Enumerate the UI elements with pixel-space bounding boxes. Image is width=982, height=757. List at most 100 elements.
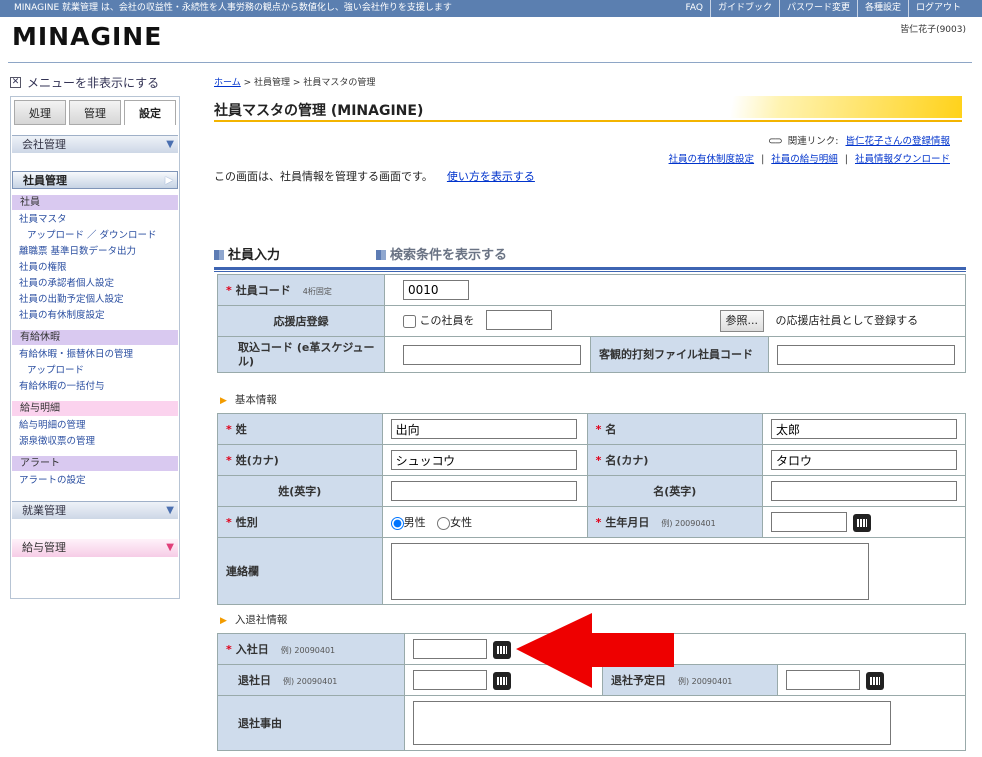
red-arrow-annotation	[516, 613, 674, 688]
employee-download-link[interactable]: 社員情報ダウンロード	[855, 154, 950, 165]
calendar-icon[interactable]	[493, 641, 511, 659]
breadcrumb-current: 社員マスタの管理	[303, 78, 376, 88]
reason-label: 退社事由	[238, 717, 282, 730]
category-payslip: 給与明細	[12, 401, 178, 416]
sidebar-item-bulk-grant[interactable]: 有給休暇の一括付与	[11, 379, 179, 395]
leave-date-input[interactable]	[413, 670, 487, 690]
howto-link[interactable]: 使い方を表示する	[447, 170, 535, 183]
code-hint: 4桁固定	[302, 287, 332, 296]
reference-button[interactable]: 参照...	[719, 310, 764, 332]
calendar-icon[interactable]	[493, 672, 511, 690]
sidebar-section-payroll[interactable]: 給与管理 ▼	[12, 539, 178, 557]
sidebar-item-alert-settings[interactable]: アラートの設定	[11, 473, 179, 489]
page-description: この画面は、社員情報を管理する画面です。 使い方を表示する	[214, 168, 535, 184]
tab-manage[interactable]: 管理	[69, 100, 121, 125]
sidebar-item-separation-data[interactable]: 離職票 基準日数データ出力	[11, 244, 179, 260]
contact-textarea[interactable]	[390, 542, 869, 600]
sidebar-item-permissions[interactable]: 社員の権限	[11, 260, 179, 276]
female-label: 女性	[450, 516, 473, 529]
support-checkbox[interactable]	[403, 314, 416, 328]
paid-leave-system-link[interactable]: 社員の有休制度設定	[669, 154, 755, 165]
sidebar-section-employee[interactable]: 社員管理 ▶	[12, 171, 178, 189]
join-date-input[interactable]	[413, 639, 487, 659]
employee-code-input[interactable]	[403, 280, 469, 300]
top-bar: MINAGINE 就業管理 は、会社の収益性・永続性を人事労務の観点から数値化し…	[0, 0, 982, 17]
sidebar-item-leave-upload[interactable]: アップロード	[11, 363, 179, 379]
last-name-label: 姓	[235, 423, 247, 436]
triangle-down-icon: ▼	[166, 139, 174, 150]
contact-label-cell: 連絡欄	[217, 537, 383, 605]
tab-employee-input[interactable]: 社員入力	[214, 244, 280, 263]
show-search-label: 検索条件を表示する	[390, 248, 508, 263]
sidebar-item-payslip-management[interactable]: 給与明細の管理	[11, 418, 179, 434]
user-info-link[interactable]: 皆仁花子さんの登録情報	[845, 136, 950, 147]
support-suffix: の応援店社員として登録する	[775, 314, 919, 327]
payslip-link[interactable]: 社員の給与明細	[771, 154, 838, 165]
sidebar-section-work[interactable]: 就業管理 ▼	[12, 501, 178, 519]
tab-process[interactable]: 処理	[14, 100, 66, 125]
first-en-cell	[762, 475, 966, 507]
collapse-icon: ✕	[10, 77, 21, 88]
hide-menu-toggle[interactable]: ✕ メニューを非表示にする	[10, 74, 159, 91]
guidebook-link[interactable]: ガイドブック	[709, 0, 779, 17]
female-radio[interactable]	[437, 516, 451, 530]
first-name-input[interactable]	[771, 419, 957, 439]
work-mgmt-label: 就業管理	[22, 504, 66, 517]
sidebar-item-withholding[interactable]: 源泉徴収票の管理	[11, 434, 179, 450]
calendar-icon[interactable]	[866, 672, 884, 690]
import-code-input[interactable]	[403, 344, 581, 365]
sidebar-section-company[interactable]: 会社管理 ▼	[12, 135, 178, 153]
support-label-cell: 応援店登録	[217, 305, 385, 337]
category-alert: アラート	[12, 456, 178, 471]
first-kana-label-cell: * 名(カナ)	[586, 444, 764, 476]
first-kana-input[interactable]	[771, 450, 957, 470]
required-mark: *	[226, 284, 232, 297]
last-kana-input[interactable]	[390, 450, 577, 470]
breadcrumb-employee-mgmt: 社員管理	[254, 78, 291, 88]
sidebar-item-upload-download[interactable]: アップロード ／ ダウンロード	[11, 228, 179, 244]
basic-info-table: *姓 *名 *姓(カナ) *名(カナ) 姓(英字) 名(英字) *性別 男性 女…	[217, 413, 967, 605]
breadcrumb-home[interactable]: ホーム	[214, 78, 241, 88]
calendar-icon[interactable]	[853, 514, 871, 532]
support-store-input[interactable]	[486, 310, 552, 330]
last-en-input[interactable]	[390, 481, 577, 501]
objective-code-input[interactable]	[777, 344, 955, 365]
birth-label-cell: * 生年月日 例) 20090401	[586, 506, 764, 538]
settings-link[interactable]: 各種設定	[856, 0, 908, 17]
related-links: ⊂⊃ 関連リンク: 皆仁花子さんの登録情報	[768, 133, 950, 147]
first-en-input[interactable]	[771, 481, 957, 501]
gender-cell: 男性 女性	[381, 506, 588, 538]
sidebar-item-paid-leave-system[interactable]: 社員の有休制度設定	[11, 308, 179, 324]
reason-textarea[interactable]	[413, 701, 891, 745]
tab-settings[interactable]: 設定	[124, 100, 176, 125]
last-en-label-cell: 姓(英字)	[217, 475, 383, 507]
sidebar-item-employee-master[interactable]: 社員マスタ	[11, 212, 179, 228]
gender-label-cell: * 性別	[217, 506, 383, 538]
logout-link[interactable]: ログアウト	[907, 0, 968, 17]
code-label-cell: * 社員コード 4桁固定	[217, 274, 385, 306]
tab-show-search[interactable]: 検索条件を表示する	[376, 244, 507, 263]
page-title-bar: 社員マスタの管理 (MINAGINE)	[214, 96, 962, 122]
faq-link[interactable]: FAQ	[679, 0, 710, 17]
male-radio[interactable]	[390, 516, 404, 530]
basic-info-heading: ▶ 基本情報	[220, 392, 277, 407]
birth-date-input[interactable]	[771, 512, 847, 532]
code-label: 社員コード	[235, 284, 291, 297]
required-mark: *	[595, 454, 602, 467]
sidebar-item-leave-management[interactable]: 有給休暇・振替休日の管理	[11, 347, 179, 363]
sidebar-item-approver-settings[interactable]: 社員の承認者個人設定	[11, 276, 179, 292]
import-value-cell	[384, 336, 591, 373]
import-label-cell: 取込コード (e革スケジュール)	[217, 336, 385, 373]
triangle-right-icon: ▶	[220, 396, 227, 406]
password-change-link[interactable]: パスワード変更	[778, 0, 857, 17]
arrow-shape	[516, 613, 674, 688]
birth-cell	[762, 506, 966, 538]
first-en-label: 名(英字)	[653, 485, 697, 498]
male-label: 男性	[403, 516, 426, 529]
sidebar-item-attendance-plan[interactable]: 社員の出勤予定個人設定	[11, 292, 179, 308]
leave-plan-input[interactable]	[786, 670, 860, 690]
logo[interactable]: MINAGINE	[12, 22, 162, 51]
import-label: 取込コード (e革スケジュール)	[238, 340, 375, 368]
last-name-input[interactable]	[390, 419, 577, 439]
support-check-label: この社員を	[419, 314, 475, 327]
